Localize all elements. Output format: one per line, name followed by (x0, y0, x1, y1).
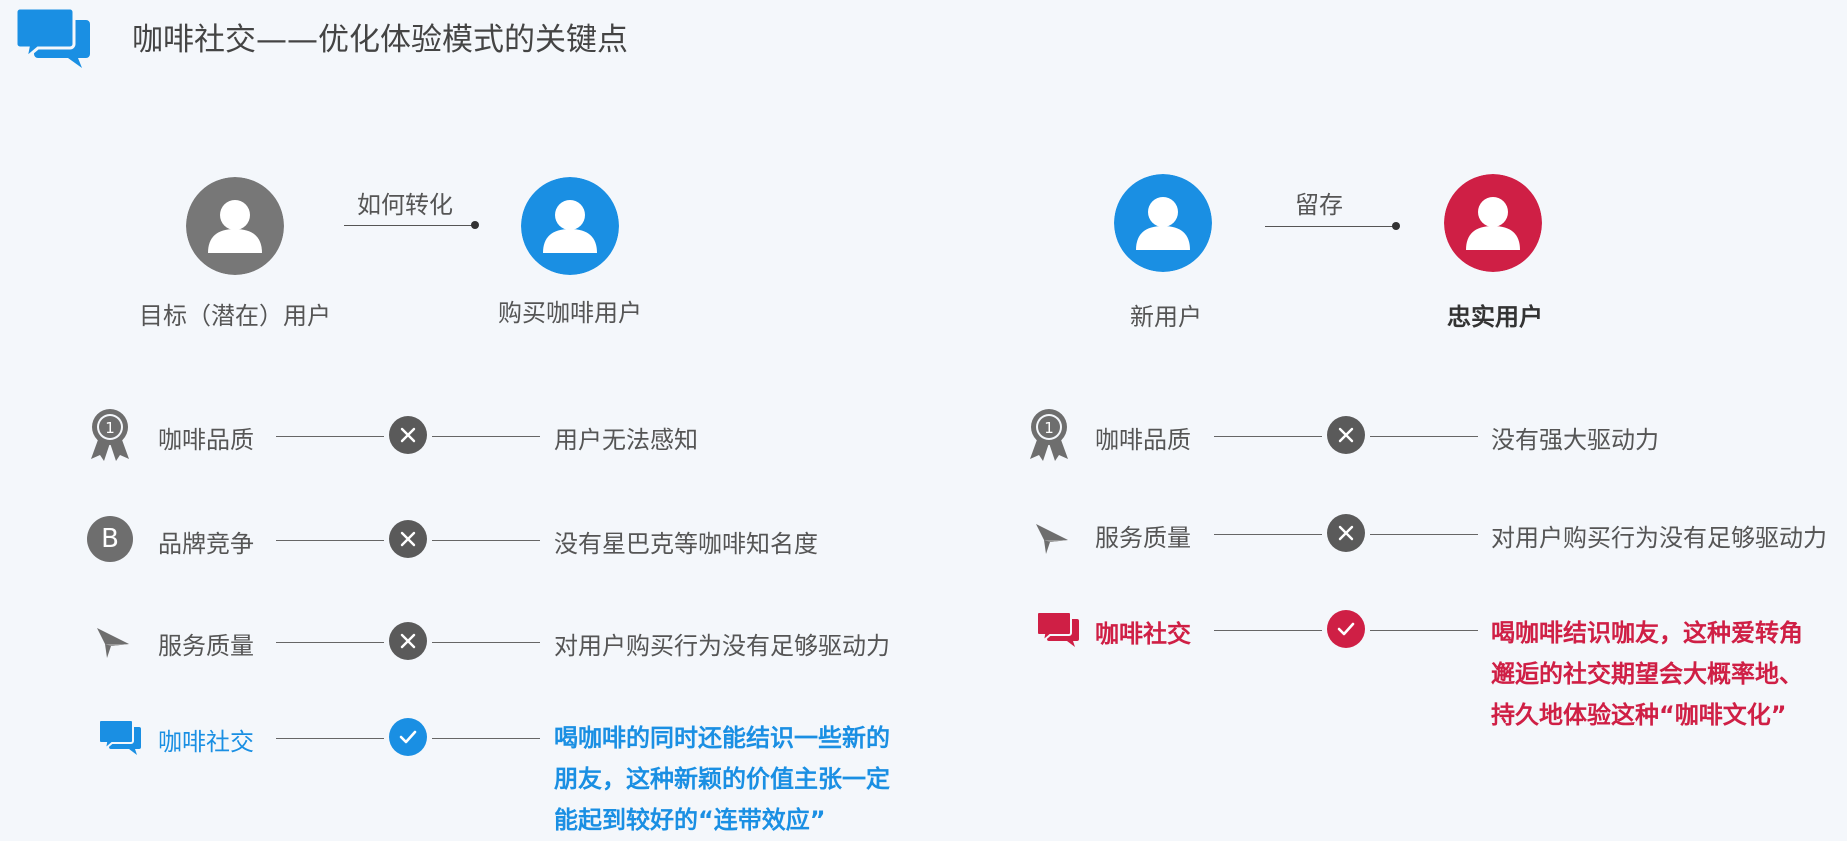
connector-line (276, 738, 384, 739)
check-icon (1327, 610, 1365, 648)
target-user-avatar (186, 177, 284, 275)
retention-arrow-line (1265, 226, 1395, 227)
connector-line (1370, 534, 1478, 535)
buyer-label: 购买咖啡用户 (498, 299, 642, 327)
connector-line (432, 540, 540, 541)
result-text: 对用户购买行为没有足够驱动力 (554, 632, 890, 660)
brand-b-icon: B (87, 516, 133, 562)
factor-coffee-social: 咖啡社交 (158, 728, 254, 756)
cross-icon (1327, 416, 1365, 454)
result-text: 用户无法感知 (554, 426, 698, 454)
conversion-arrow-line (344, 225, 474, 226)
cross-icon (1327, 514, 1365, 552)
factor-coffee-quality: 咖啡品质 (1095, 426, 1191, 454)
svg-text:1: 1 (1044, 419, 1054, 437)
chat-bubbles-icon (96, 710, 146, 766)
retention-arrow-dot (1392, 222, 1400, 230)
connector-line (276, 436, 384, 437)
result-text: 没有星巴克等咖啡知名度 (554, 530, 818, 558)
factor-coffee-quality: 咖啡品质 (158, 426, 254, 454)
paper-plane-icon (88, 614, 138, 670)
award-medal-icon: 1 (1024, 406, 1074, 462)
paper-plane-icon (1027, 510, 1077, 566)
buyer-avatar (521, 177, 619, 275)
cross-icon (389, 622, 427, 660)
award-medal-icon: 1 (85, 406, 135, 462)
result-text: 喝咖啡结识咖友，这种爱转角 邂逅的社交期望会大概率地、 持久地体验这种“咖啡文化… (1491, 619, 1803, 729)
result-text: 对用户购买行为没有足够驱动力 (1491, 524, 1827, 552)
new-user-avatar (1114, 174, 1212, 272)
chat-bubbles-icon (14, 6, 92, 70)
chat-bubbles-icon (1034, 602, 1084, 658)
conversion-label: 如何转化 (357, 191, 453, 219)
result-text: 喝咖啡的同时还能结识一些新的 朋友，这种新颖的价值主张一定 能起到较好的“连带效… (554, 724, 890, 834)
connector-line (432, 642, 540, 643)
connector-line (1370, 630, 1478, 631)
check-icon (389, 718, 427, 756)
cross-icon (389, 520, 427, 558)
new-user-label: 新用户 (1130, 303, 1202, 331)
page-title: 咖啡社交——优化体验模式的关键点 (132, 22, 628, 58)
connector-line (432, 436, 540, 437)
factor-brand-competition: 品牌竞争 (158, 530, 254, 558)
loyal-user-label: 忠实用户 (1447, 303, 1543, 331)
conversion-arrow-dot (471, 221, 479, 229)
factor-service-quality: 服务质量 (158, 632, 254, 660)
target-user-label: 目标（潜在）用户 (139, 302, 331, 330)
connector-line (276, 642, 384, 643)
retention-label: 留存 (1295, 191, 1343, 219)
connector-line (432, 738, 540, 739)
loyal-user-avatar (1444, 174, 1542, 272)
connector-line (1214, 630, 1322, 631)
connector-line (1370, 436, 1478, 437)
connector-line (1214, 436, 1322, 437)
factor-coffee-social: 咖啡社交 (1095, 620, 1191, 648)
connector-line (1214, 534, 1322, 535)
result-text: 没有强大驱动力 (1491, 426, 1659, 454)
connector-line (276, 540, 384, 541)
cross-icon (389, 416, 427, 454)
factor-service-quality: 服务质量 (1095, 524, 1191, 552)
svg-text:1: 1 (105, 419, 115, 437)
